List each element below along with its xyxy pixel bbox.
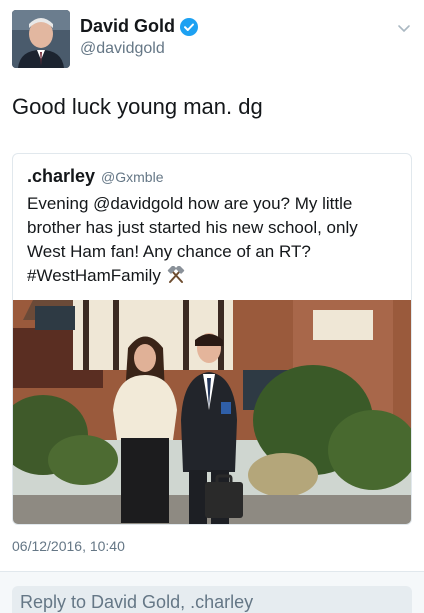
- tweet-header: David Gold @davidgold: [12, 10, 412, 70]
- quoted-tweet-header: .charley @Gxmble: [27, 166, 164, 187]
- quoted-author-name: .charley: [27, 166, 96, 186]
- quoted-text-line: brother has just started his new school,…: [27, 218, 358, 237]
- quoted-text-line: Evening @davidgold how are you? My littl…: [27, 194, 353, 213]
- tweet-timestamp[interactable]: 06/12/2016, 10:40: [12, 538, 125, 554]
- quoted-text-line: West Ham fan! Any chance of an RT?: [27, 242, 311, 261]
- quoted-text-line-hashtag: #WestHamFamily: [27, 264, 399, 288]
- author-handle[interactable]: @davidgold: [80, 40, 165, 58]
- hashtag-link[interactable]: #WestHamFamily: [27, 266, 161, 285]
- quoted-tweet-card[interactable]: .charley @Gxmble Evening @davidgold how …: [12, 153, 412, 525]
- hammers-icon: [167, 265, 185, 284]
- tweet-text: Good luck young man. dg: [12, 94, 263, 119]
- author-name[interactable]: David Gold: [80, 16, 175, 37]
- reply-bar: Reply to David Gold, .charley: [0, 572, 424, 613]
- author-name-row: David Gold: [80, 16, 199, 37]
- chevron-down-icon[interactable]: [396, 20, 412, 36]
- tweet-photo[interactable]: [13, 300, 411, 524]
- quoted-tweet-text: Evening @davidgold how are you? My littl…: [27, 192, 399, 288]
- reply-placeholder: Reply to David Gold, .charley: [20, 592, 254, 612]
- verified-badge-icon: [180, 17, 199, 36]
- author-avatar[interactable]: [12, 10, 70, 68]
- reply-input[interactable]: Reply to David Gold, .charley: [12, 586, 412, 613]
- quoted-author-handle: @Gxmble: [101, 169, 164, 185]
